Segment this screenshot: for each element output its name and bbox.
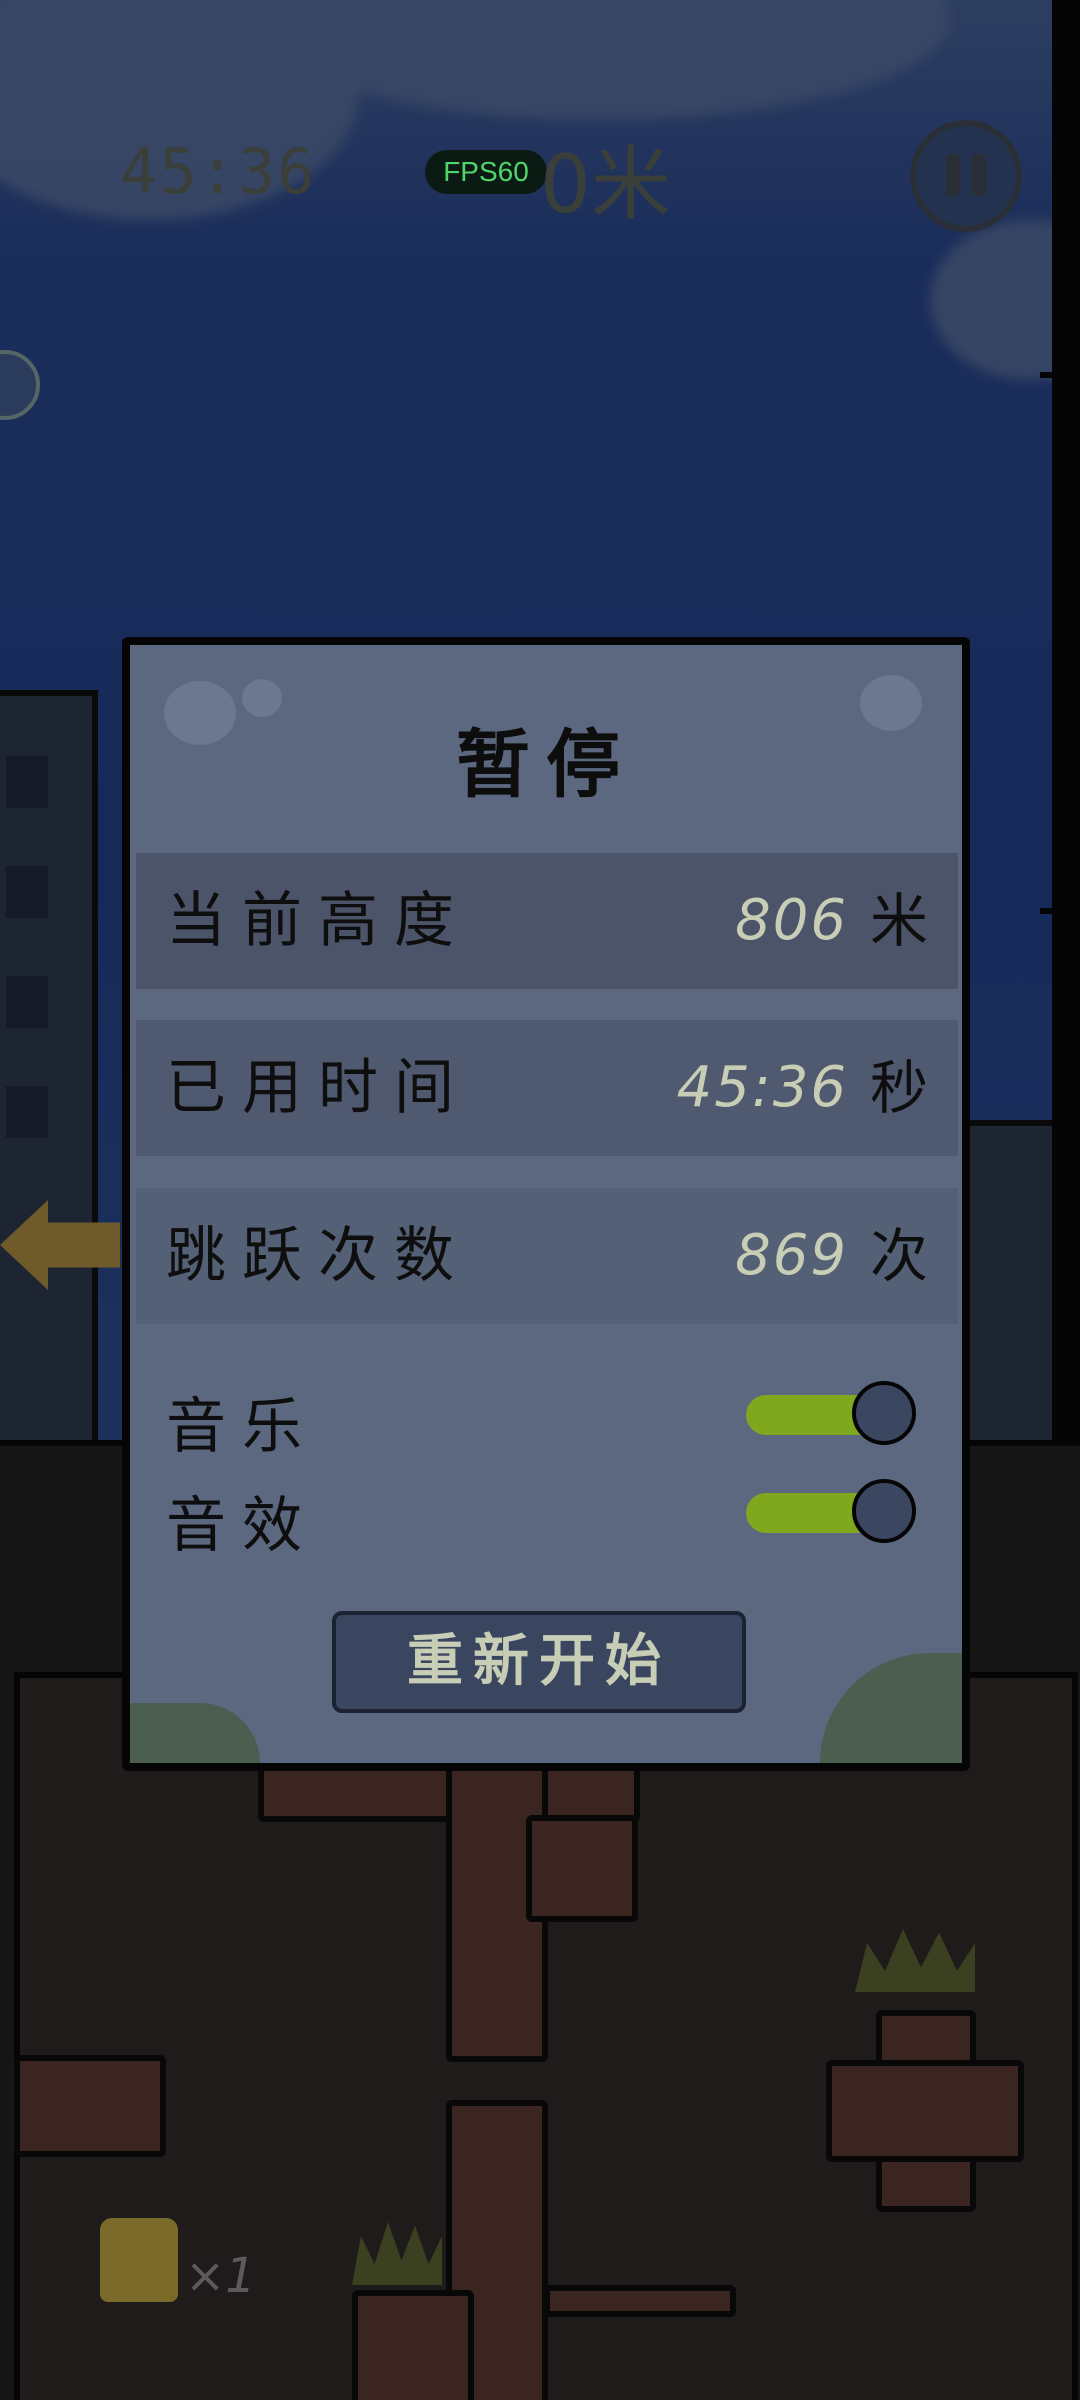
powerup-count: ×1	[185, 2248, 256, 2304]
stat-label: 已用时间	[166, 1053, 470, 1123]
platform-block	[14, 2055, 166, 2157]
platform-block	[352, 2290, 474, 2400]
music-label: 音乐	[166, 1392, 318, 1462]
pause-icon	[946, 154, 960, 196]
pause-panel: 暂停 当前高度 806 米 已用时间 45:36 秒 跳跃次数 869 次 音乐…	[122, 637, 970, 1771]
stat-row-height: 当前高度 806 米	[136, 853, 958, 989]
stat-label: 跳跃次数	[166, 1221, 470, 1291]
panel-title: 暂停	[456, 722, 636, 808]
stat-label: 当前高度	[166, 886, 470, 956]
stat-value: 869	[735, 1223, 848, 1288]
stat-value: 45:36	[676, 1055, 848, 1120]
building	[0, 690, 98, 1462]
elapsed-time: 45:36	[120, 135, 317, 208]
stat-value: 806	[735, 888, 848, 953]
stat-unit: 米	[869, 887, 928, 955]
stat-unit: 次	[869, 1222, 928, 1290]
platform-block	[544, 2285, 736, 2317]
restart-button[interactable]: 重新开始	[332, 1611, 746, 1713]
stat-row-jumps: 跳跃次数 869 次	[136, 1188, 958, 1324]
sound-effects-toggle[interactable]	[746, 1479, 916, 1543]
height-display: 0米	[540, 138, 671, 231]
fps-counter: FPS60	[425, 150, 547, 194]
thumbs-up-powerup-icon	[100, 2218, 178, 2302]
stat-unit: 秒	[869, 1054, 928, 1122]
stat-row-time: 已用时间 45:36 秒	[136, 1020, 958, 1156]
pause-button[interactable]	[910, 120, 1022, 232]
music-toggle[interactable]	[746, 1381, 916, 1445]
platform-block	[826, 2060, 1024, 2162]
sound-effects-label: 音效	[166, 1491, 318, 1561]
platform-block	[526, 1815, 638, 1922]
